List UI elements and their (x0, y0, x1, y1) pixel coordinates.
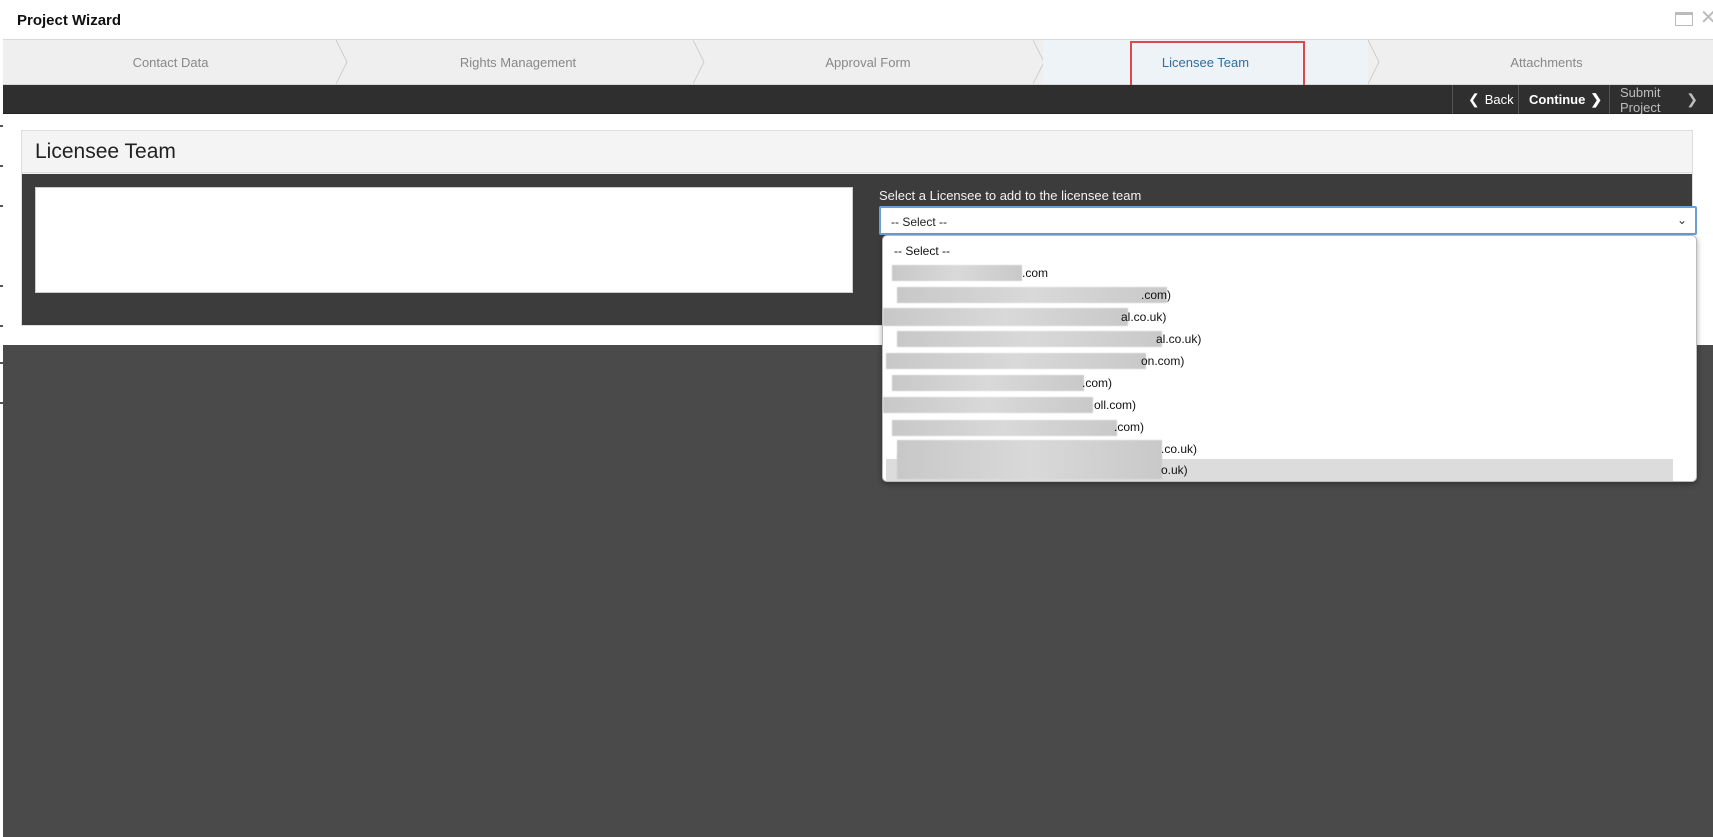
close-icon[interactable]: ✕ (1700, 8, 1713, 28)
redaction-block (892, 265, 1022, 281)
step-contact-data[interactable]: Contact Data (3, 40, 338, 84)
redaction-block (897, 455, 1162, 479)
select-value: -- Select -- (891, 215, 948, 229)
dropdown-option[interactable]: .com) (886, 284, 1673, 306)
redaction-block (897, 331, 1162, 347)
redaction-block (892, 420, 1117, 436)
licensee-dropdown-list: -- Select -- .com .com) al.co.uk) al.co.… (882, 235, 1697, 482)
licensee-select[interactable]: -- Select -- ⌄ (879, 206, 1697, 235)
step-attachments[interactable]: Attachments (1380, 40, 1713, 84)
card-title: Licensee Team (35, 140, 176, 163)
continue-button[interactable]: Continue ❯ (1518, 85, 1609, 114)
dropdown-option[interactable]: .com (886, 262, 1673, 284)
title-bar: Project Wizard ✕ (3, 0, 1713, 40)
step-approval-form[interactable]: Approval Form (703, 40, 1033, 84)
project-wizard-window: Project Wizard ✕ Contact Data Rights Man… (0, 0, 1713, 837)
step-separator-icon (1368, 40, 1380, 84)
dropdown-option[interactable]: al.co.uk) (883, 306, 1673, 328)
window-title: Project Wizard (17, 12, 122, 29)
card-header: Licensee Team (22, 131, 1692, 173)
chevron-left-icon: ❮ (1468, 91, 1480, 107)
redaction-block (886, 353, 1146, 369)
redaction-block (883, 308, 1128, 326)
licensee-team-list (35, 187, 853, 293)
chevron-down-icon: ⌄ (1676, 213, 1687, 227)
step-label: Attachments (1510, 54, 1583, 70)
dropdown-option[interactable]: al.co.uk) (886, 328, 1673, 350)
step-label: Contact Data (132, 54, 209, 70)
redaction-block (892, 375, 1084, 391)
wizard-toolbar: ❮ Back Continue ❯ Submit Project ❯ (3, 85, 1713, 114)
redaction-block (897, 287, 1167, 303)
step-label: Approval Form (825, 54, 911, 70)
dropdown-option[interactable]: on.com) (886, 350, 1673, 372)
step-rights-management[interactable]: Rights Management (348, 40, 688, 84)
maximize-icon[interactable] (1675, 12, 1693, 26)
licensee-select-label: Select a Licensee to add to the licensee… (879, 188, 1142, 203)
step-separator-icon (336, 40, 348, 84)
dropdown-option[interactable]: oll.com) (883, 394, 1673, 416)
redaction-block (883, 397, 1093, 413)
chevron-right-icon: ❯ (1590, 91, 1603, 107)
back-button[interactable]: ❮ Back (1452, 85, 1518, 114)
dropdown-option[interactable]: .com) (886, 372, 1673, 394)
wizard-steps: Contact Data Rights Management Approval … (3, 40, 1713, 85)
dropdown-option[interactable]: .com) (886, 416, 1673, 438)
dropdown-option[interactable]: -- Select -- (886, 240, 1673, 262)
submit-project-button[interactable]: Submit Project ❯ (1609, 85, 1713, 114)
step-label: Rights Management (459, 54, 577, 70)
dropdown-option-hovered[interactable]: o.uk) (886, 455, 1673, 481)
chevron-right-icon: ❯ (1686, 91, 1698, 107)
